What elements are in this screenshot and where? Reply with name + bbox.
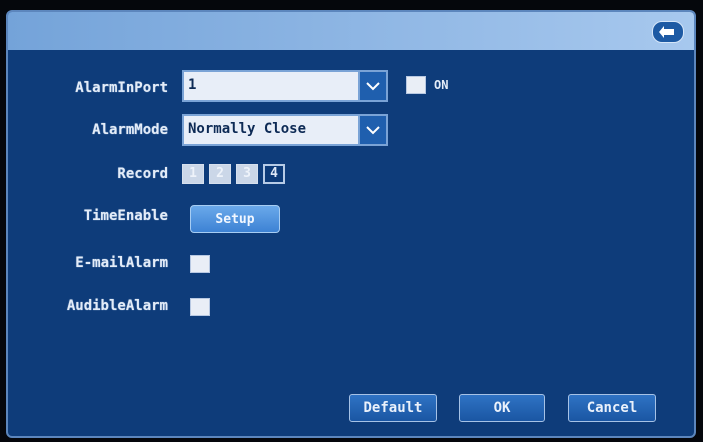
back-arrow-icon xyxy=(659,26,674,38)
default-button[interactable]: Default xyxy=(349,394,437,422)
record-channel-3[interactable]: 3 xyxy=(236,164,258,184)
alarm-in-port-label: AlarmInPort xyxy=(75,80,168,96)
email-alarm-label: E-mailAlarm xyxy=(75,255,168,271)
title-bar xyxy=(8,12,694,50)
back-button[interactable] xyxy=(652,21,684,43)
alarm-mode-label: AlarmMode xyxy=(92,122,168,138)
cancel-button[interactable]: Cancel xyxy=(568,394,656,422)
chevron-down-icon[interactable] xyxy=(358,116,386,144)
audible-alarm-checkbox[interactable] xyxy=(190,298,210,316)
alarm-in-port-select[interactable]: 1 xyxy=(182,70,388,102)
alarm-mode-select[interactable]: Normally Close xyxy=(182,114,388,146)
alarm-in-port-on-label: ON xyxy=(434,78,449,92)
alarm-mode-value: Normally Close xyxy=(188,121,307,137)
audible-alarm-label: AudibleAlarm xyxy=(66,298,168,314)
record-channel-4[interactable]: 4 xyxy=(263,164,285,184)
chevron-down-icon[interactable] xyxy=(358,72,386,100)
record-channel-1[interactable]: 1 xyxy=(182,164,204,184)
alarm-in-port-value: 1 xyxy=(188,77,197,93)
setup-button[interactable]: Setup xyxy=(190,205,280,233)
alarm-settings-dialog: AlarmInPort 1 ON AlarmMode Normally Clos… xyxy=(6,10,696,438)
record-channel-2[interactable]: 2 xyxy=(209,164,231,184)
alarm-in-port-on-checkbox[interactable] xyxy=(406,76,426,94)
email-alarm-checkbox[interactable] xyxy=(190,255,210,273)
ok-button[interactable]: OK xyxy=(459,394,545,422)
record-label: Record xyxy=(117,166,168,182)
time-enable-label: TimeEnable xyxy=(83,208,168,224)
